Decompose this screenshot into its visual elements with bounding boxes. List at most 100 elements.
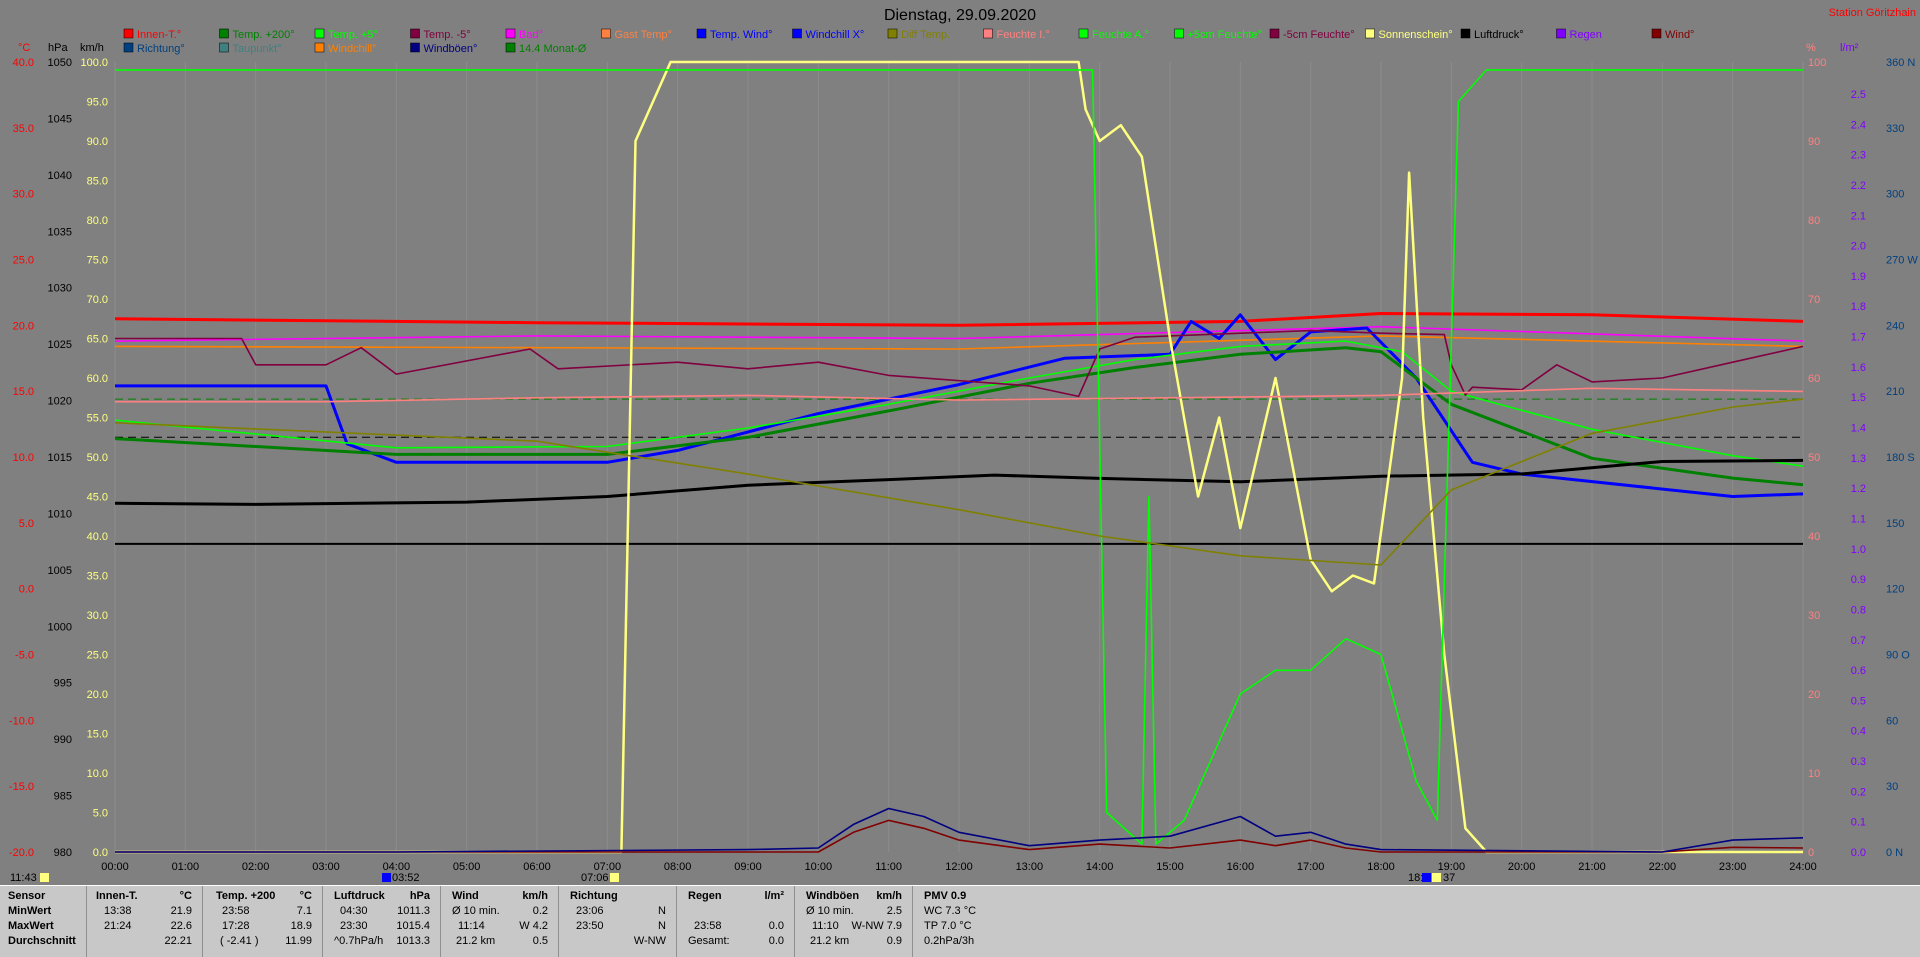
temp-tick-label: 15.0 xyxy=(13,386,34,398)
stats-pmv-header: PMV 0.9 xyxy=(924,890,967,902)
x-tick-label: 24:00 xyxy=(1789,861,1817,873)
stats-pmv-pressure-trend: 0.2hPa/3h xyxy=(924,935,975,947)
temp-tick-label: 25.0 xyxy=(13,255,34,267)
pct-tick-label: 70 xyxy=(1808,294,1820,306)
lm2-tick-label: 2.4 xyxy=(1851,119,1866,131)
direction-tick-label: 240 xyxy=(1886,320,1904,332)
direction-tick-label: 210 xyxy=(1886,386,1904,398)
kmh-tick-label: 5.0 xyxy=(93,808,108,820)
direction-tick-label: 30 xyxy=(1886,781,1898,793)
lm2-tick-label: 1.0 xyxy=(1851,544,1866,556)
stats-col-sensor: Sensor MinWert MaxWert Durchschnitt xyxy=(0,886,87,957)
hpa-tick-label: 990 xyxy=(54,734,72,746)
stats-innen-avg-value: 22.21 xyxy=(164,935,192,947)
legend-item: Temp. +200° xyxy=(233,29,295,41)
temp-tick-label: 5.0 xyxy=(19,518,34,530)
temp-tick-label: 35.0 xyxy=(13,123,34,135)
lm2-tick-label: 2.1 xyxy=(1851,210,1866,222)
x-tick-label: 00:00 xyxy=(101,861,129,873)
stats-temp200-max-value: 18.9 xyxy=(290,920,312,932)
x-tick-label: 21:00 xyxy=(1578,861,1606,873)
kmh-tick-label: 45.0 xyxy=(87,492,108,504)
legend-swatch xyxy=(505,28,516,39)
hpa-tick-label: 1015 xyxy=(48,452,72,464)
kmh-tick-label: 50.0 xyxy=(87,452,108,464)
temp-tick-label: 30.0 xyxy=(13,189,34,201)
lm2-tick-label: 0.6 xyxy=(1851,665,1866,677)
temp-tick-label: 40.0 xyxy=(13,57,34,69)
kmh-tick-label: 60.0 xyxy=(87,373,108,385)
lm2-tick-label: 2.5 xyxy=(1851,89,1866,101)
x-tick-label: 01:00 xyxy=(172,861,200,873)
temp-tick-label: 0.0 xyxy=(19,584,34,596)
stats-temp200-min-time: 23:58 xyxy=(222,905,250,917)
temp-tick-label: 20.0 xyxy=(13,320,34,332)
direction-tick-label: 90 O xyxy=(1886,650,1910,662)
lm2-tick-label: 1.2 xyxy=(1851,483,1866,495)
legend-swatch xyxy=(1269,28,1280,39)
x-tick-label: 23:00 xyxy=(1719,861,1747,873)
stats-druck-min-value: 1011.3 xyxy=(397,905,430,917)
legend: Innen-T.° Temp. +200° Temp. +5° Temp. -5° Ba… xyxy=(123,28,1694,55)
stats-richtung-min-value: N xyxy=(658,905,666,917)
legend-item: Innen-T.° xyxy=(137,29,181,41)
legend-swatch xyxy=(505,42,516,53)
legend-swatch xyxy=(1651,28,1662,39)
lm2-tick-label: 2.2 xyxy=(1851,180,1866,192)
stats-druck-unit: hPa xyxy=(409,890,430,902)
direction-tick-label: 150 xyxy=(1886,518,1904,530)
hpa-unit: hPa xyxy=(48,42,68,54)
x-tick-label: 06:00 xyxy=(523,861,551,873)
legend-item: Windchill X° xyxy=(806,29,865,41)
kmh-tick-label: 55.0 xyxy=(87,413,108,425)
legend-swatch xyxy=(1365,28,1375,39)
legend-item: Feuchte A.° xyxy=(1092,29,1149,41)
stats-richtung-avg-value: W-NW xyxy=(633,935,666,947)
hpa-tick-label: 985 xyxy=(54,791,72,803)
axis-units: °C hPa km/h % l/m² xyxy=(18,42,1859,54)
legend-swatch xyxy=(792,28,802,39)
hpa-tick-label: 1045 xyxy=(48,113,72,125)
x-tick-label: 10:00 xyxy=(805,861,833,873)
x-tick-label: 02:00 xyxy=(242,861,270,873)
marker-sunrise-time: 07:06 xyxy=(581,872,609,884)
moon-icon xyxy=(382,873,391,882)
stats-temp200-min-value: 7.1 xyxy=(296,905,312,917)
hpa-tick-label: 1010 xyxy=(48,508,72,520)
pct-tick-label: 40 xyxy=(1808,531,1820,543)
lm2-tick-label: 1.6 xyxy=(1851,362,1866,374)
kmh-tick-label: 70.0 xyxy=(87,294,108,306)
stats-regen-header: Regen xyxy=(688,890,722,902)
x-tick-label: 22:00 xyxy=(1649,861,1677,873)
stats-druck-trend: ^0.7hPa/h xyxy=(334,935,384,947)
direction-tick-label: 0 N xyxy=(1886,847,1903,859)
direction-tick-label: 270 W xyxy=(1886,255,1918,267)
hpa-tick-label: 1025 xyxy=(48,339,72,351)
pct-tick-label: 0 xyxy=(1808,847,1814,859)
stats-temp200-trend: ( -2.41 ) xyxy=(220,935,259,947)
hpa-tick-label: 1000 xyxy=(48,621,72,633)
kmh-tick-label: 90.0 xyxy=(87,136,108,148)
hpa-tick-label: 1040 xyxy=(48,170,72,182)
legend-swatch xyxy=(1460,28,1471,39)
hpa-tick-label: 1005 xyxy=(48,565,72,577)
hpa-tick-label: 980 xyxy=(54,847,72,859)
kmh-tick-label: 40.0 xyxy=(87,531,108,543)
legend-item: Feuchte I.° xyxy=(997,29,1050,41)
legend-swatch xyxy=(696,28,707,39)
sunrise-icon xyxy=(610,873,619,882)
legend-item: Luftdruck° xyxy=(1474,29,1524,41)
stats-druck-max-time: 23:30 xyxy=(340,920,368,932)
legend-item: Taupunkt° xyxy=(233,43,282,55)
legend-swatch xyxy=(314,28,325,39)
pct-tick-label: 100 xyxy=(1808,57,1826,69)
stats-col-innen: Innen-T. °C 13:38 21.9 21:24 22.6 22.21 xyxy=(90,886,203,957)
lm2-tick-label: 0.1 xyxy=(1851,817,1866,829)
x-tick-label: 08:00 xyxy=(664,861,692,873)
sunset-icon xyxy=(1422,873,1431,882)
lm2-tick-label: 0.5 xyxy=(1851,695,1866,707)
stats-regen-total-value: 0.0 xyxy=(768,935,784,947)
stats-boen-unit: km/h xyxy=(876,890,902,902)
legend-item: Windchill° xyxy=(328,43,376,55)
stats-innen-header: Innen-T. xyxy=(96,890,138,902)
